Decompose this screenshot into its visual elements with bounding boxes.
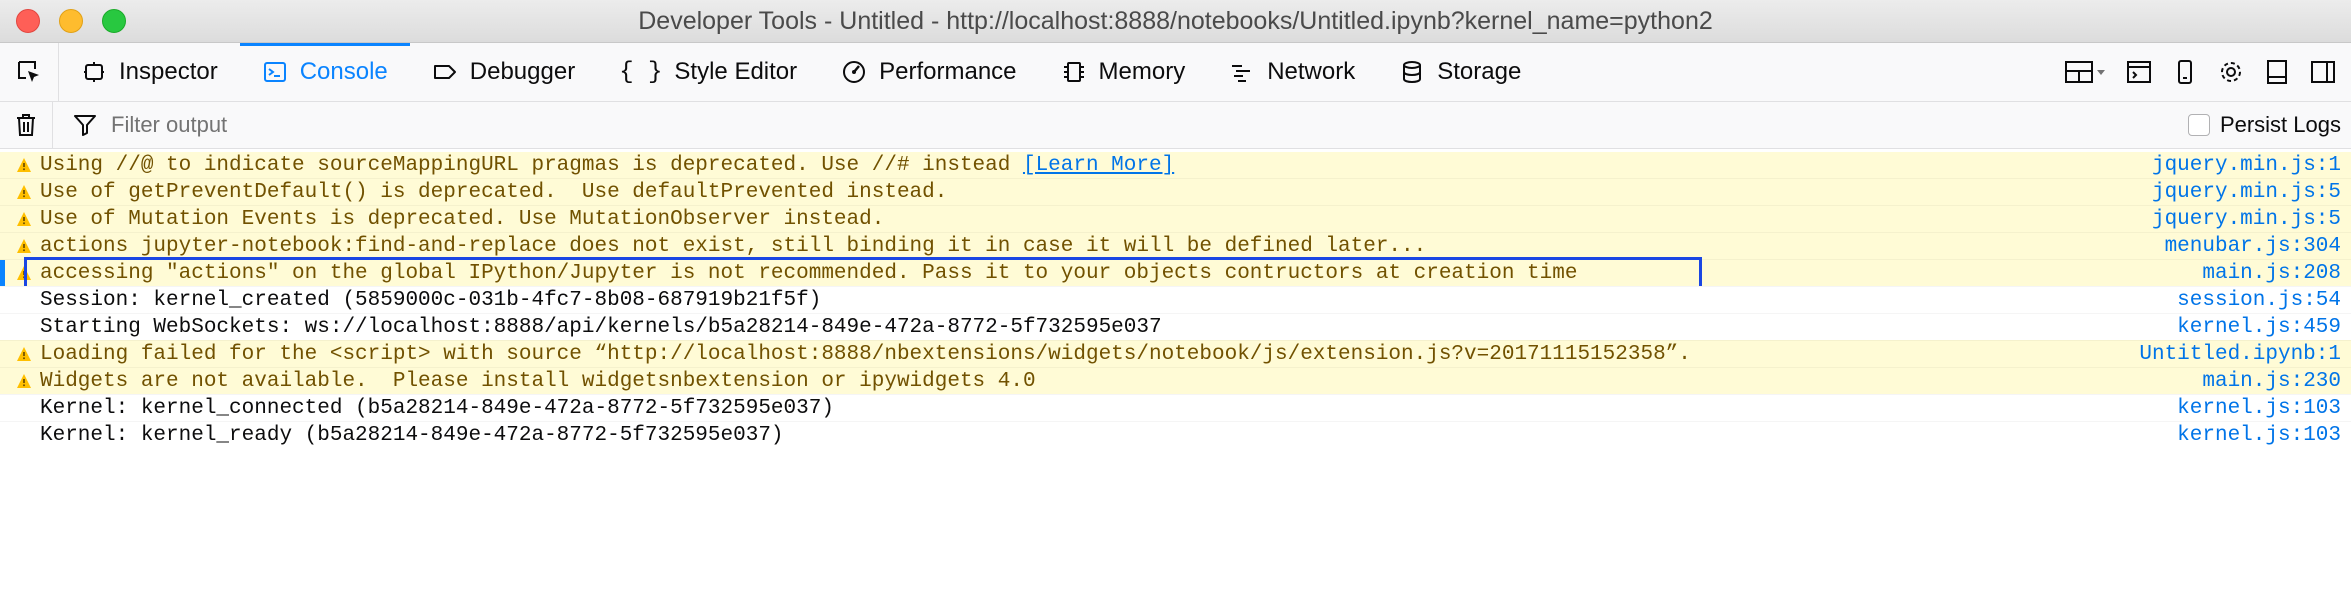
message-source-link[interactable]: kernel.js:103	[2177, 424, 2341, 447]
filter-icon	[74, 115, 96, 136]
persist-logs-label: Persist Logs	[2219, 112, 2341, 137]
tab-storage[interactable]: Storage	[1377, 43, 1543, 101]
message-source-link[interactable]: main.js:208	[2202, 262, 2341, 285]
tab-label: Memory	[1098, 58, 1186, 85]
message-source-link[interactable]: kernel.js:459	[2177, 316, 2341, 339]
message-text: Widgets are not available. Please instal…	[40, 369, 1036, 393]
tab-label: Storage	[1437, 58, 1522, 85]
warning-icon	[6, 157, 42, 173]
message-source-link[interactable]: kernel.js:103	[2177, 397, 2341, 420]
console-message-warning[interactable]: Loading failed for the <script> with sou…	[0, 340, 2351, 367]
window-titlebar: Developer Tools - Untitled - http://loca…	[0, 0, 2351, 43]
persist-logs-toggle[interactable]: Persist Logs	[2187, 102, 2341, 148]
message-source-link[interactable]: jquery.min.js:5	[2152, 181, 2341, 204]
element-picker-button[interactable]	[0, 43, 59, 101]
settings-button[interactable]	[2213, 54, 2249, 90]
console-toolbar: Persist Logs	[0, 102, 2351, 149]
responsive-design-button[interactable]	[2167, 54, 2203, 90]
scratchpad-icon	[2127, 61, 2151, 83]
window-title: Developer Tools - Untitled - http://loca…	[638, 6, 1713, 35]
tab-performance[interactable]: Performance	[819, 43, 1038, 101]
console-message-warning-selected[interactable]: accessing "actions" on the global IPytho…	[0, 257, 2351, 289]
dock-bottom-icon	[2267, 60, 2287, 84]
tab-console[interactable]: Console	[239, 43, 410, 101]
tab-debugger[interactable]: Debugger	[410, 43, 597, 101]
message-text: accessing "actions" on the global IPytho…	[40, 261, 1578, 285]
message-text: Use of getPreventDefault() is deprecated…	[40, 180, 948, 204]
console-message-log[interactable]: Session: kernel_created (5859000c-031b-4…	[0, 286, 2351, 313]
console-message-warning[interactable]: Use of getPreventDefault() is deprecated…	[0, 178, 2351, 205]
console-message-log[interactable]: Kernel: kernel_ready (b5a28214-849e-472a…	[0, 421, 2351, 448]
warning-icon	[6, 265, 42, 281]
tab-label: Performance	[879, 58, 1017, 85]
zoom-window-button[interactable]	[102, 9, 126, 33]
devtools-tabbar: Inspector Console Debugger { } Style Edi…	[0, 43, 2351, 102]
console-icon	[263, 62, 286, 82]
warning-icon	[6, 211, 42, 227]
message-text: Session: kernel_created (5859000c-031b-4…	[40, 288, 822, 312]
console-message-log[interactable]: Kernel: kernel_connected (b5a28214-849e-…	[0, 394, 2351, 421]
storage-icon	[1403, 61, 1422, 84]
tab-label: Console	[299, 58, 388, 85]
filter-output-input[interactable]	[109, 111, 913, 139]
dock-bottom-button[interactable]	[2259, 54, 2295, 90]
inspector-icon	[84, 62, 104, 82]
tab-memory[interactable]: Memory	[1039, 43, 1208, 101]
console-message-warning[interactable]: Widgets are not available. Please instal…	[0, 367, 2351, 394]
filter-area	[73, 111, 913, 139]
frames-icon	[2065, 61, 2105, 83]
console-message-warning[interactable]: Using //@ to indicate sourceMappingURL p…	[0, 152, 2351, 178]
tab-network[interactable]: Network	[1207, 43, 1377, 101]
window-controls	[16, 9, 126, 33]
warning-icon	[6, 184, 42, 200]
tab-label: Inspector	[119, 58, 218, 85]
tab-label: Debugger	[469, 58, 576, 85]
console-message-warning[interactable]: Use of Mutation Events is deprecated. Us…	[0, 205, 2351, 232]
message-source-link[interactable]: session.js:54	[2177, 289, 2341, 312]
console-message-log[interactable]: Starting WebSockets: ws://localhost:8888…	[0, 313, 2351, 340]
tab-style-editor[interactable]: { } Style Editor	[597, 43, 819, 101]
message-text: Starting WebSockets: ws://localhost:8888…	[40, 315, 1162, 339]
message-text: Loading failed for the <script> with sou…	[40, 342, 1691, 366]
message-source-link[interactable]: jquery.min.js:5	[2152, 208, 2341, 231]
clear-console-button[interactable]	[0, 102, 53, 148]
learn-more-link[interactable]: [Learn More]	[1023, 154, 1174, 177]
console-output: Using //@ to indicate sourceMappingURL p…	[0, 152, 2351, 448]
tab-inspector[interactable]: Inspector	[59, 43, 240, 101]
gear-icon	[2221, 62, 2241, 82]
frame-select-button[interactable]	[2061, 54, 2111, 90]
minimize-window-button[interactable]	[59, 9, 83, 33]
message-source-link[interactable]: menubar.js:304	[2165, 235, 2341, 258]
persist-logs-checkbox[interactable]	[2187, 114, 2210, 136]
message-text: Using //@ to indicate sourceMappingURL p…	[40, 153, 1023, 177]
close-window-button[interactable]	[16, 9, 40, 33]
message-source-link[interactable]: main.js:230	[2202, 370, 2341, 393]
dock-side-icon	[2311, 61, 2335, 83]
message-text: Use of Mutation Events is deprecated. Us…	[40, 207, 885, 231]
tab-label: Network	[1267, 58, 1356, 85]
network-icon	[1232, 65, 1251, 82]
warning-icon	[6, 346, 42, 362]
devtools-options	[2061, 43, 2351, 101]
console-message-warning[interactable]: actions jupyter-notebook:find-and-replac…	[0, 232, 2351, 259]
dock-side-button[interactable]	[2305, 54, 2341, 90]
responsive-design-icon	[2178, 60, 2192, 84]
tab-label: Style Editor	[674, 58, 798, 85]
performance-icon	[843, 61, 866, 83]
message-text: Kernel: kernel_connected (b5a28214-849e-…	[40, 396, 834, 420]
message-text: actions jupyter-notebook:find-and-replac…	[40, 234, 1427, 258]
trash-icon	[17, 114, 35, 136]
message-source-link[interactable]: Untitled.ipynb:1	[2139, 343, 2341, 366]
element-picker-icon	[18, 61, 39, 82]
warning-icon	[6, 238, 42, 254]
scratchpad-button[interactable]	[2121, 54, 2157, 90]
style-editor-icon: { }	[619, 58, 663, 86]
message-source-link[interactable]: jquery.min.js:1	[2152, 154, 2341, 177]
memory-icon	[1063, 62, 1084, 82]
message-text: Kernel: kernel_ready (b5a28214-849e-472a…	[40, 423, 784, 447]
debugger-icon	[433, 65, 456, 79]
warning-icon	[6, 373, 42, 389]
